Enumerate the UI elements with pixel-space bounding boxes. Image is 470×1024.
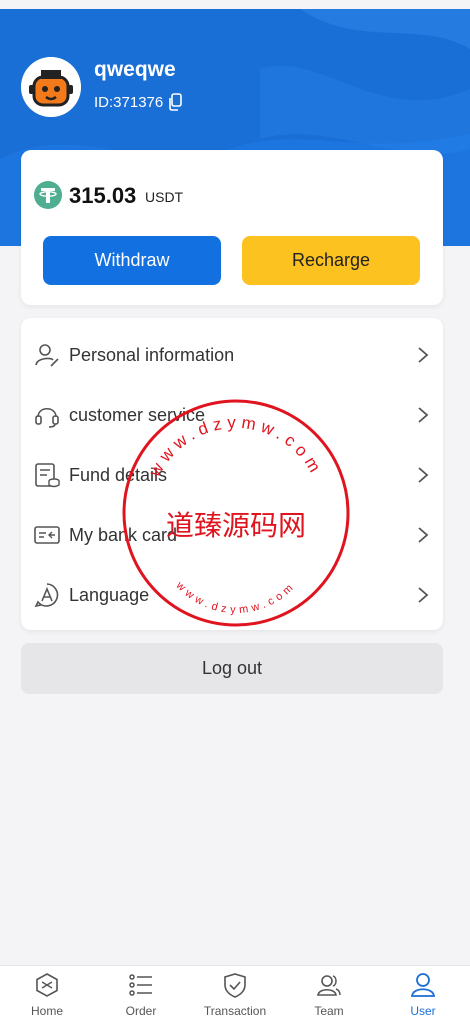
avatar[interactable] (21, 57, 81, 117)
chevron-right-icon (418, 527, 429, 543)
user-icon (410, 973, 436, 997)
tab-transaction[interactable]: Transaction (188, 966, 282, 1024)
team-icon (317, 975, 341, 996)
tab-label: Transaction (203, 1004, 267, 1018)
menu-item-my-bank-card[interactable]: My bank card (21, 505, 443, 565)
copy-icon[interactable] (167, 93, 183, 111)
tab-label: Order (125, 1004, 157, 1018)
language-icon (34, 583, 59, 608)
balance-unit: USDT (145, 189, 184, 205)
menu-item-language[interactable]: Language (21, 565, 443, 625)
menu-item-label: Personal information (69, 344, 235, 365)
tab-label: User (410, 1004, 436, 1018)
menu-item-label: My bank card (69, 524, 178, 545)
robot-avatar-icon (21, 57, 81, 117)
chevron-right-icon (418, 587, 429, 603)
home-icon (36, 973, 58, 997)
top-status-strip (0, 0, 470, 9)
tab-team[interactable]: Team (282, 966, 376, 1024)
user-id: ID:371376 (94, 93, 164, 111)
username: qweqwe (94, 58, 176, 81)
menu-item-personal-information[interactable]: Personal information (21, 325, 443, 385)
menu-list: Personal information customer service Fu… (21, 318, 443, 630)
recharge-button[interactable]: Recharge (242, 236, 420, 285)
tab-label: Team (314, 1004, 344, 1018)
bottom-tab-bar: Home Order Transaction Team User (0, 965, 470, 1024)
tab-label: Home (30, 1004, 63, 1018)
tab-home[interactable]: Home (0, 966, 94, 1024)
menu-item-label: Fund details (69, 464, 168, 485)
tab-order[interactable]: Order (94, 966, 188, 1024)
chevron-right-icon (418, 467, 429, 483)
balance-amount: 315.03 (69, 183, 137, 208)
shield-check-icon (224, 973, 246, 998)
withdraw-button[interactable]: Withdraw (43, 236, 221, 285)
bank-card-icon (34, 526, 60, 544)
fund-details-icon (35, 463, 60, 488)
headset-icon (35, 407, 59, 428)
logout-button[interactable]: Log out (21, 643, 443, 694)
menu-item-label: Language (69, 584, 150, 605)
usdt-icon (34, 181, 62, 209)
menu-item-fund-details[interactable]: Fund details (21, 445, 443, 505)
chevron-right-icon (418, 347, 429, 363)
tab-user[interactable]: User (376, 966, 470, 1024)
order-icon (129, 974, 152, 996)
menu-item-customer-service[interactable]: customer service (21, 385, 443, 445)
balance-card: 315.03 USDT Withdraw Recharge (21, 150, 443, 305)
menu-item-label: customer service (69, 404, 206, 425)
chevron-right-icon (418, 407, 429, 423)
person-icon (35, 344, 59, 367)
